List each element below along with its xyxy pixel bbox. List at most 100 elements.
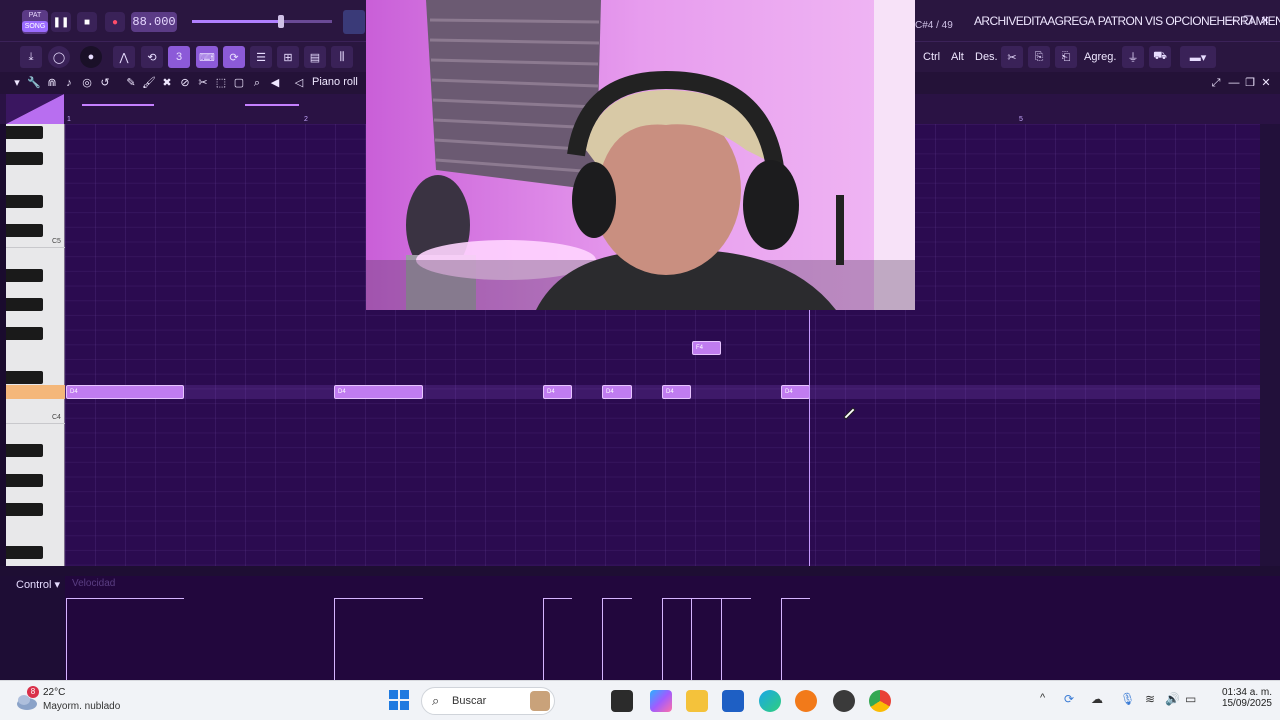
menu-opciones[interactable]: OPCIONE [1165, 14, 1217, 28]
mixer-icon[interactable]: ⫼ [331, 46, 353, 68]
blend-icon[interactable]: ⟳ [223, 46, 245, 68]
loop-marker[interactable] [245, 104, 299, 106]
windows-start-icon[interactable] [389, 690, 409, 710]
playback-tool-icon[interactable]: ◀ [268, 76, 282, 90]
velocity-bar[interactable] [721, 598, 751, 680]
pitch-icon[interactable]: ⋀ [113, 46, 135, 68]
tempo-display[interactable]: 88.000 [131, 12, 177, 32]
black-key[interactable] [6, 195, 43, 208]
black-key[interactable] [6, 503, 43, 516]
velocity-bar[interactable] [781, 598, 810, 680]
typing-keyboard-icon[interactable]: ⌨ [196, 46, 218, 68]
brush-icon[interactable]: 🖌 [142, 76, 156, 90]
menu-patrones[interactable]: PATRON [1098, 14, 1143, 28]
detach-icon[interactable]: ⤢ [1209, 76, 1223, 90]
microphone-tray-icon[interactable]: 🎙 [1120, 692, 1135, 706]
volume-icon[interactable]: 🔊 [1165, 692, 1180, 706]
chrome-browser-icon[interactable] [869, 690, 891, 712]
copy-icon[interactable]: ⎘ [1028, 46, 1050, 68]
velocity-bar[interactable] [691, 598, 721, 680]
taskbar-search[interactable]: ⌕ Buscar [421, 687, 555, 715]
alt-key[interactable]: Alt [947, 47, 968, 67]
magnet-icon[interactable]: ⋒ [45, 76, 59, 90]
add-key[interactable]: Agreg. [1080, 47, 1120, 67]
velocity-bar[interactable] [334, 598, 423, 680]
close-icon[interactable]: ✕ [1258, 14, 1272, 27]
paste-icon[interactable]: ⎗ [1055, 46, 1077, 68]
master-knob-icon[interactable]: ● [80, 46, 102, 68]
menu-archivo[interactable]: ARCHIV [974, 14, 1016, 28]
terminal-app-icon[interactable] [611, 690, 633, 712]
microphone-icon[interactable]: ⏚ [1122, 46, 1144, 68]
menu-editar[interactable]: EDITA [1016, 14, 1048, 28]
download-icon[interactable]: ⤓ [20, 46, 42, 68]
target-icon[interactable]: ◎ [80, 76, 94, 90]
pr-close-icon[interactable]: ✕ [1259, 76, 1273, 90]
piano-keyboard[interactable]: C5 C4 [6, 124, 65, 566]
menu-arrow-icon[interactable]: ▾ [10, 76, 24, 90]
black-key[interactable] [6, 371, 43, 384]
note[interactable]: D4 [66, 385, 184, 399]
black-key[interactable] [6, 546, 43, 559]
pr-minimize-icon[interactable]: — [1227, 76, 1241, 90]
taskbar-clock[interactable]: 01:34 a. m. 15/09/2025 [1210, 687, 1272, 709]
pr-maximize-icon[interactable]: ❐ [1243, 76, 1257, 90]
zoom-icon[interactable]: ⌕ [250, 76, 264, 90]
chevron-up-icon[interactable]: ^ [1040, 692, 1045, 704]
copilot-app-icon[interactable] [650, 690, 672, 712]
black-key[interactable] [6, 474, 43, 487]
black-key[interactable] [6, 327, 43, 340]
menu-agregar[interactable]: AGREGA [1047, 14, 1095, 28]
cut-icon[interactable]: ✂ [1001, 46, 1023, 68]
slice-tool-icon[interactable]: ✂ [196, 76, 210, 90]
black-key[interactable] [6, 152, 43, 165]
plugin-picker-icon[interactable]: ▬▾ [1180, 46, 1216, 68]
ctrl-key[interactable]: Ctrl [919, 47, 944, 67]
weather-description[interactable]: Mayorm. nublado [43, 701, 120, 712]
black-key[interactable] [6, 126, 43, 139]
note[interactable]: D4 [602, 385, 632, 399]
undo-key[interactable]: Des. [971, 47, 1002, 67]
velocity-bar[interactable] [66, 598, 184, 680]
shop-icon[interactable]: ⛟ [1149, 46, 1171, 68]
control-dropdown[interactable]: Control ▾ [16, 578, 60, 591]
velocity-bar[interactable] [543, 598, 572, 680]
slider-knob[interactable] [278, 15, 284, 28]
black-key[interactable] [6, 298, 43, 311]
edge-browser-icon[interactable] [759, 690, 781, 712]
select-tool-icon[interactable]: ⬚ [214, 76, 228, 90]
note[interactable]: D4 [334, 385, 423, 399]
fl-studio-app-icon[interactable] [795, 690, 817, 712]
loop-record-icon[interactable]: ⟲ [141, 46, 163, 68]
note-icon[interactable]: ♪ [62, 76, 76, 90]
velocity-lane[interactable] [0, 576, 1280, 680]
obs-app-icon[interactable] [833, 690, 855, 712]
metronome-dial-icon[interactable]: ◯ [48, 46, 70, 68]
active-key-d4[interactable] [6, 385, 65, 399]
velocity-bar[interactable] [602, 598, 632, 680]
playlist-icon[interactable]: ☰ [250, 46, 272, 68]
control-splitter[interactable] [0, 566, 1280, 576]
menu-vista[interactable]: VIS [1145, 14, 1163, 28]
sync-icon[interactable]: ⟳ [1064, 692, 1074, 706]
select-rect-icon[interactable]: ▢ [232, 76, 246, 90]
step-edit-icon[interactable]: 3 [168, 46, 190, 68]
speaker-icon[interactable]: ◁ [292, 76, 306, 90]
black-key[interactable] [6, 269, 43, 282]
file-explorer-icon[interactable] [686, 690, 708, 712]
loop-marker[interactable] [82, 104, 154, 106]
song-position-panel[interactable] [343, 10, 365, 34]
channel-rack-icon[interactable]: ⊞ [277, 46, 299, 68]
wrench-icon[interactable]: 🔧 [27, 76, 41, 90]
mute-tool-icon[interactable]: ⊘ [178, 76, 192, 90]
note[interactable]: F4 [692, 341, 721, 355]
master-volume-slider[interactable] [192, 15, 332, 28]
store-app-icon[interactable] [722, 690, 744, 712]
note[interactable]: D4 [543, 385, 572, 399]
battery-icon[interactable]: ▭ [1185, 692, 1196, 706]
delete-tool-icon[interactable]: ✖ [160, 76, 174, 90]
note[interactable]: D4 [662, 385, 691, 399]
weather-temperature[interactable]: 22°C [43, 687, 65, 698]
pencil-icon[interactable]: ✎ [124, 76, 138, 90]
cloud-icon[interactable]: ☁ [1091, 692, 1103, 706]
